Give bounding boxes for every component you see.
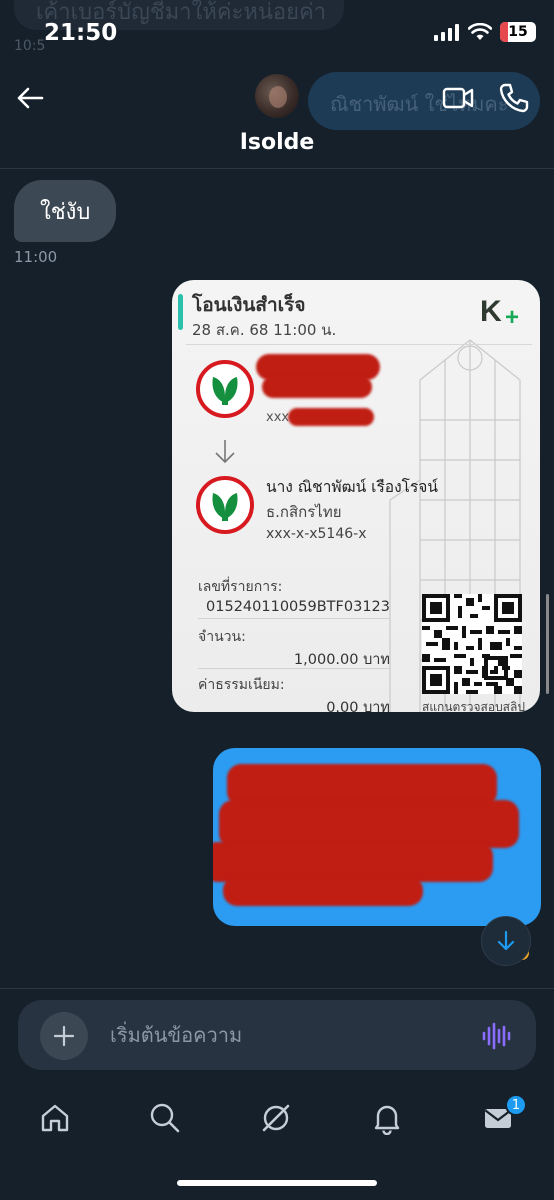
nav-notifications[interactable] <box>365 1096 409 1140</box>
qr-caption: สแกนตรวจสอบสลิป <box>422 700 525 712</box>
sent-image-bubble[interactable] <box>213 748 541 926</box>
reference-label: เลขที่รายการ: <box>198 579 283 595</box>
scroll-to-bottom-button[interactable] <box>481 916 531 966</box>
receiver-bank-logo <box>196 476 254 534</box>
contact-name[interactable]: Isolde <box>0 130 554 155</box>
composer-divider <box>0 988 554 989</box>
field-divider <box>198 618 390 619</box>
ghost-previous-time: 10:5 <box>14 38 46 54</box>
nav-search[interactable] <box>143 1096 187 1140</box>
header-divider <box>0 168 554 169</box>
arrow-down-icon <box>215 440 235 464</box>
svg-text:K: K <box>480 295 502 328</box>
home-indicator[interactable] <box>177 1180 377 1186</box>
field-divider <box>198 668 390 669</box>
home-icon <box>41 1104 69 1132</box>
received-message-time: 11:00 <box>14 248 58 266</box>
add-attachment-button[interactable] <box>40 1012 88 1060</box>
sender-bank-logo <box>196 360 254 418</box>
receiver-bank: ธ.กสิกรไทย <box>266 503 342 521</box>
receiver-name: นาง ณิชาพัฒน์ เรืองโรจน์ <box>266 478 438 496</box>
redaction-mark <box>223 876 423 906</box>
plus-icon <box>53 1025 75 1047</box>
nav-home[interactable] <box>33 1096 77 1140</box>
fee-value: 0.00 บาท <box>326 700 390 712</box>
qr-code <box>422 594 522 694</box>
received-message-bubble[interactable]: ใช่งับ <box>14 180 117 242</box>
slip-header-divider <box>186 344 532 345</box>
message-input[interactable] <box>110 1020 450 1050</box>
voice-message-button[interactable] <box>480 1020 512 1052</box>
bell-icon <box>374 1105 400 1135</box>
message-composer <box>18 1000 536 1070</box>
messages-badge: 1 <box>505 1094 527 1116</box>
search-icon <box>150 1103 180 1133</box>
video-camera-icon <box>442 87 474 109</box>
slip-title: โอนเงินสำเร็จ <box>192 294 306 316</box>
kplus-logo: K + <box>480 295 519 328</box>
kbank-leaf-icon <box>212 493 238 521</box>
redaction-mark <box>262 376 372 398</box>
received-message-text: ใช่งับ <box>40 199 91 225</box>
redaction-mark <box>288 408 374 426</box>
slip-scroll-indicator <box>546 594 549 694</box>
voice-wave-icon <box>482 1022 511 1050</box>
redaction-mark <box>219 800 519 848</box>
reference-value: 015240110059BTF03123 <box>206 599 390 615</box>
transfer-slip-image[interactable]: โอนเงินสำเร็จ 28 ส.ค. 68 11:00 น. K + xx… <box>172 280 540 712</box>
back-button[interactable] <box>12 80 48 116</box>
amount-label: จำนวน: <box>198 629 246 645</box>
status-time: 21:50 <box>44 20 118 46</box>
wifi-icon <box>468 23 492 40</box>
video-call-button[interactable] <box>440 80 476 116</box>
svg-text:+: + <box>505 304 519 328</box>
slip-date: 28 ส.ค. 68 11:00 น. <box>192 321 337 339</box>
receiver-account: xxx-x-x5146-x <box>266 526 367 542</box>
contact-avatar[interactable] <box>255 74 299 118</box>
status-icons: 15 <box>434 22 536 42</box>
nav-grok[interactable] <box>254 1096 298 1140</box>
bottom-navigation <box>0 1090 554 1146</box>
arrow-down-icon <box>497 930 515 951</box>
fee-label: ค่าธรรมเนียม: <box>198 677 285 693</box>
voice-call-button[interactable] <box>496 80 532 116</box>
battery-indicator: 15 <box>500 22 536 42</box>
phone-icon <box>499 83 529 113</box>
slip-accent-bar <box>178 294 183 330</box>
grok-icon <box>262 1104 290 1132</box>
cellular-signal-icon <box>434 24 459 41</box>
arrow-left-icon <box>17 87 44 109</box>
kbank-leaf-icon <box>212 377 238 405</box>
